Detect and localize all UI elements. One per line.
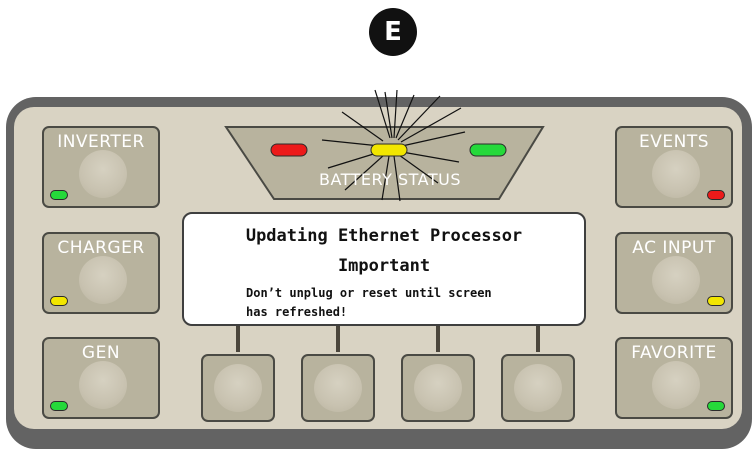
screen-subtitle: Important (337, 256, 431, 276)
inverter-button[interactable]: INVERTER (42, 126, 160, 208)
events-button[interactable]: EVENTS (615, 126, 733, 208)
soft-key-4-knob[interactable] (514, 364, 562, 412)
soft-key-4[interactable] (501, 354, 575, 422)
soft-key-3[interactable] (401, 354, 475, 422)
inverter-knob[interactable] (79, 150, 127, 198)
ac-input-knob[interactable] (652, 256, 700, 304)
inverter-label: INVERTER (57, 132, 145, 152)
battery-status-label: BATTERY STATUS (318, 170, 462, 189)
gen-label: GEN (81, 343, 121, 363)
soft-key-2-knob[interactable] (314, 364, 362, 412)
screen-message-line-2: has refreshed! (246, 305, 348, 319)
gen-knob[interactable] (79, 361, 127, 409)
charger-button[interactable]: CHARGER (42, 232, 160, 314)
ac-input-label: AC INPUT (632, 238, 716, 258)
battery-led-yellow (370, 143, 408, 157)
charger-knob[interactable] (79, 256, 127, 304)
screen-message-line-1: Don’t unplug or reset until screen (246, 286, 492, 300)
events-label: EVENTS (638, 132, 709, 152)
soft-key-2[interactable] (301, 354, 375, 422)
screen-title: Updating Ethernet Processor (245, 226, 523, 246)
events-led (707, 190, 725, 200)
charger-led (50, 296, 68, 306)
soft-key-4-stem (536, 326, 540, 352)
ac-input-button[interactable]: AC INPUT (615, 232, 733, 314)
inverter-led (50, 190, 68, 200)
charger-label: CHARGER (57, 238, 145, 258)
favorite-knob[interactable] (652, 361, 700, 409)
favorite-button[interactable]: FAVORITE (615, 337, 733, 419)
gen-led (50, 401, 68, 411)
soft-key-1-knob[interactable] (214, 364, 262, 412)
gen-button[interactable]: GEN (42, 337, 160, 419)
battery-led-green (469, 143, 507, 157)
soft-key-1[interactable] (201, 354, 275, 422)
lcd-screen: Updating Ethernet Processor Important Do… (182, 212, 586, 326)
screen-message: Don’t unplug or reset until screen has r… (246, 284, 566, 322)
favorite-led (707, 401, 725, 411)
soft-key-1-stem (236, 326, 240, 352)
battery-led-red (270, 143, 308, 157)
ac-input-led (707, 296, 725, 306)
soft-key-2-stem (336, 326, 340, 352)
soft-key-3-knob[interactable] (414, 364, 462, 412)
favorite-label: FAVORITE (631, 343, 717, 363)
soft-key-3-stem (436, 326, 440, 352)
events-knob[interactable] (652, 150, 700, 198)
